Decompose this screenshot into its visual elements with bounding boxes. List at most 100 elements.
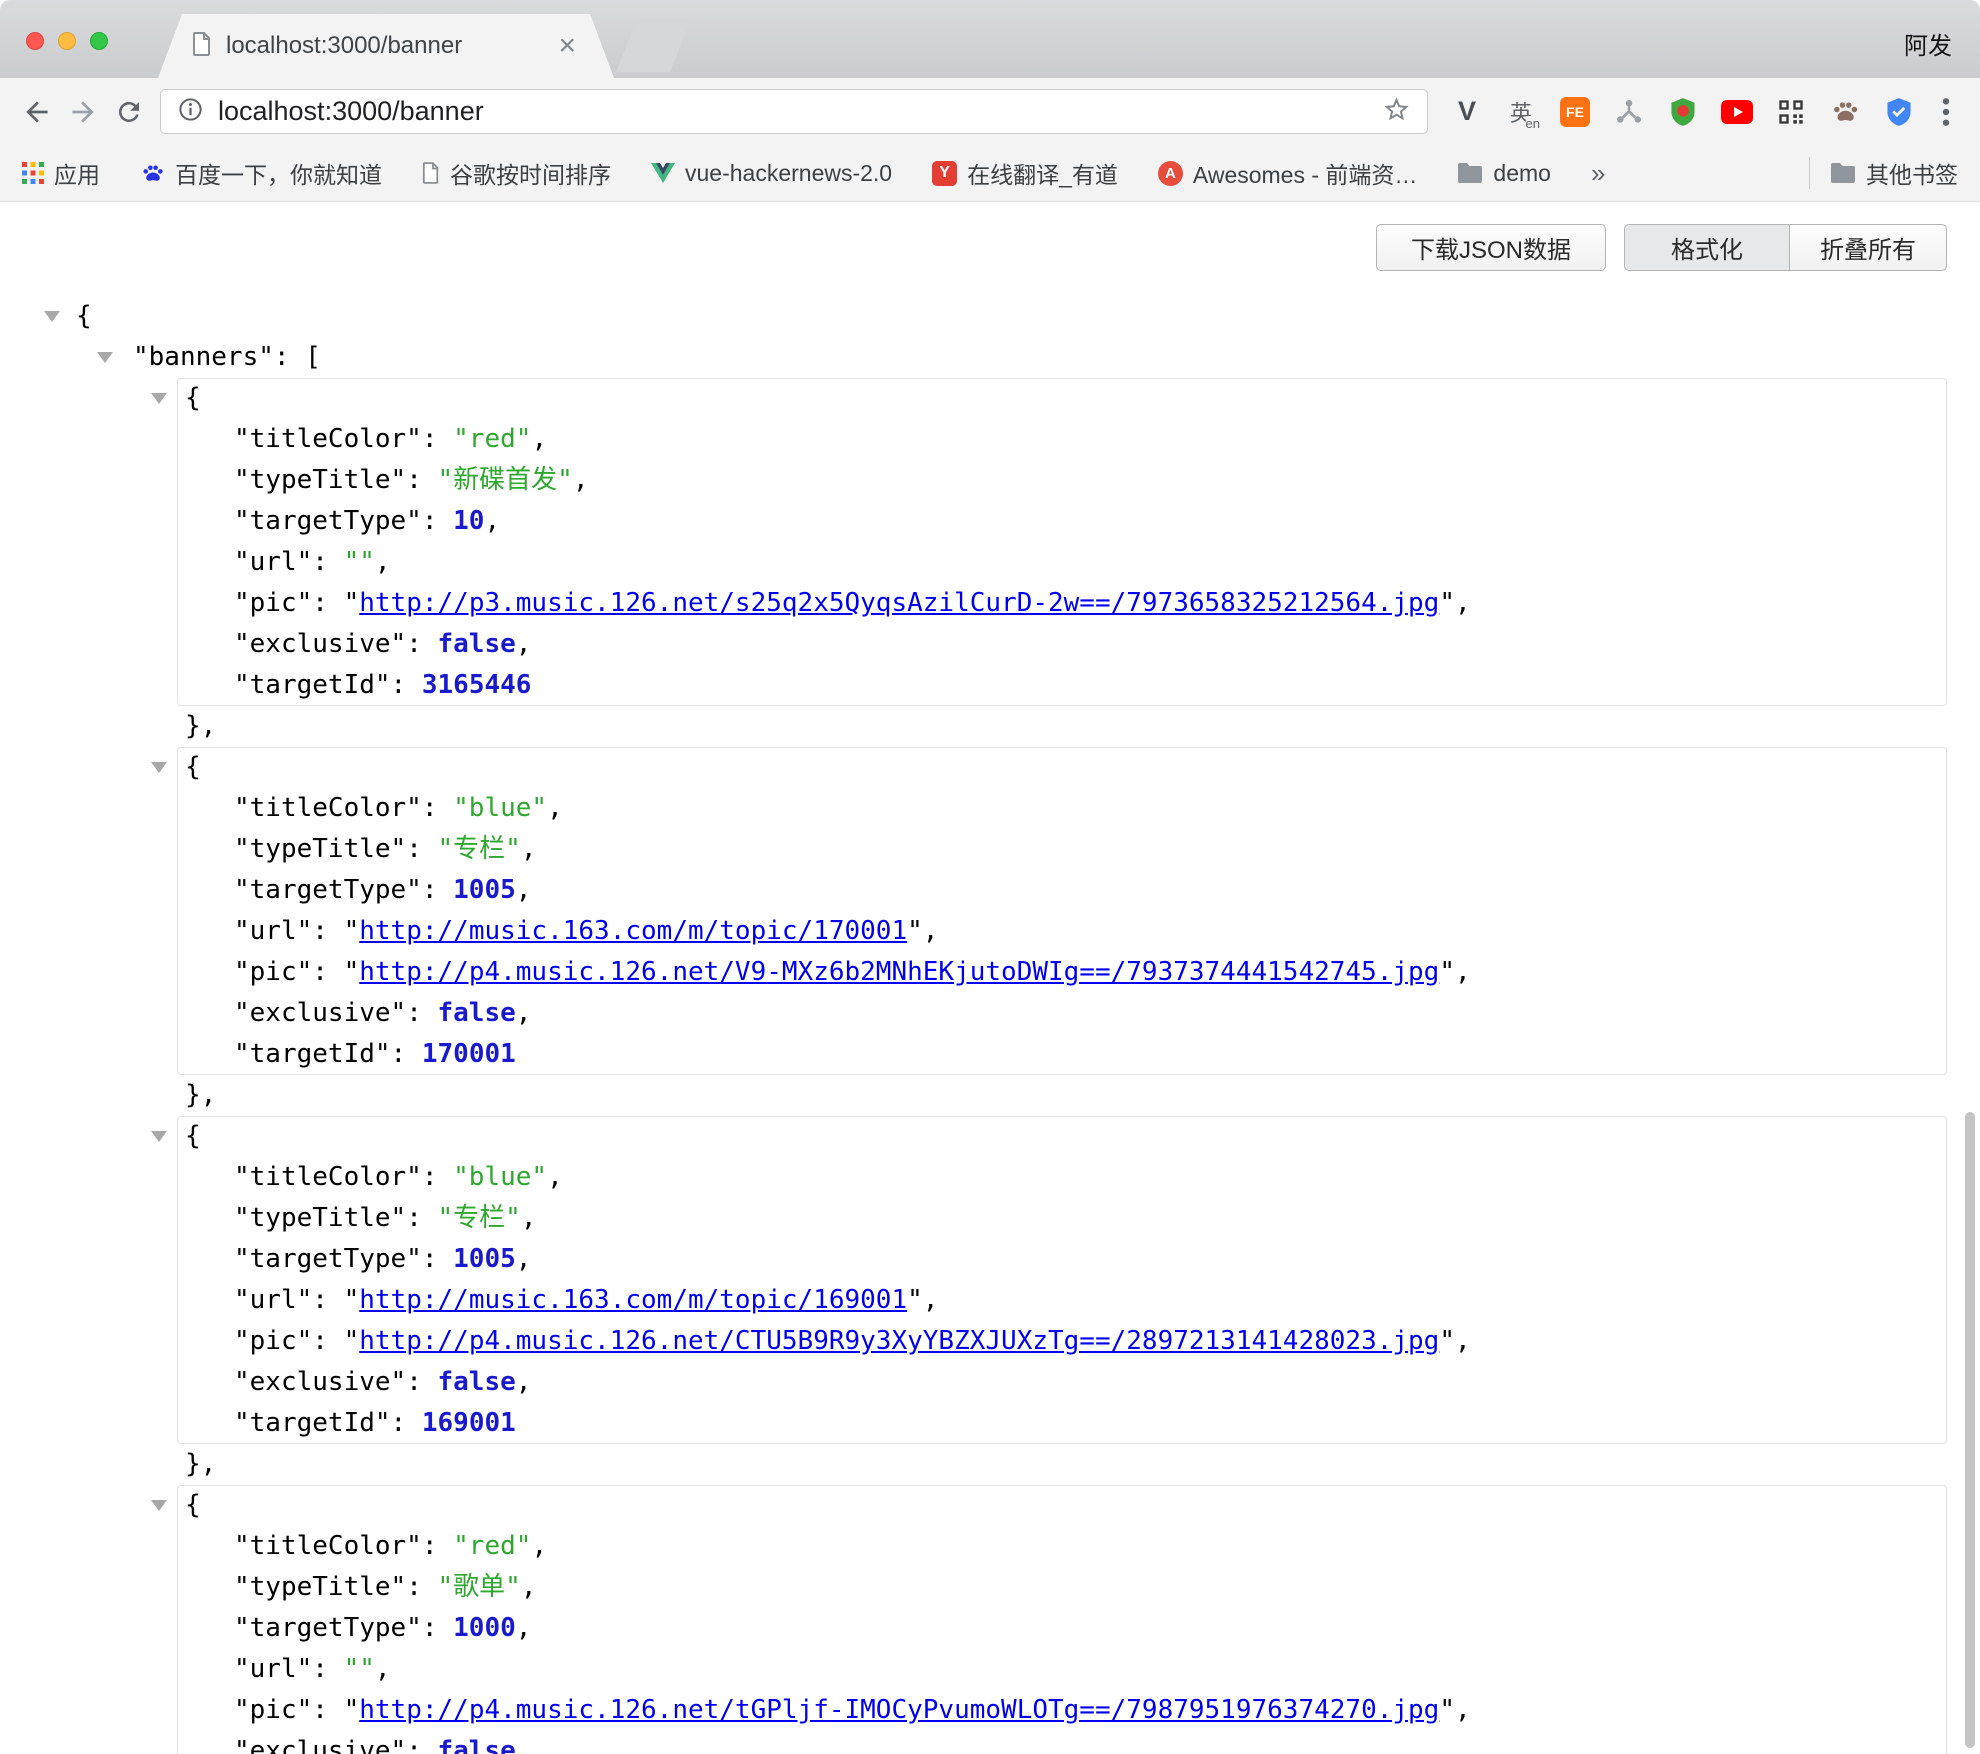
folder-icon: [1830, 162, 1856, 184]
json-token: },: [185, 711, 216, 741]
tab-close-icon[interactable]: ×: [556, 31, 578, 61]
json-line: "titleColor": "red",: [177, 1526, 1947, 1567]
collapse-toggle-icon[interactable]: [151, 762, 167, 773]
json-number-value: 1005: [453, 1244, 516, 1274]
vimium-glyph: V: [1458, 96, 1476, 127]
chrome-menu-icon[interactable]: [1926, 89, 1966, 135]
json-key: "targetId": [234, 670, 391, 700]
youtube-extension-icon[interactable]: [1720, 95, 1754, 129]
json-line: "pic": "http://p3.music.126.net/s25q2x5Q…: [177, 583, 1947, 624]
json-token: ,: [573, 465, 589, 495]
bookmark-youdao-translate[interactable]: Y 在线翻译_有道: [932, 156, 1118, 190]
json-link[interactable]: http://p3.music.126.net/s25q2x5QyqsAzilC…: [359, 588, 1439, 618]
new-tab-button[interactable]: [616, 22, 690, 72]
json-token: ": [1439, 957, 1455, 987]
bookmark-star-icon[interactable]: [1382, 95, 1411, 129]
org-chart-extension-icon[interactable]: [1612, 95, 1646, 129]
json-token: :: [391, 670, 422, 700]
collapse-toggle-icon[interactable]: [44, 311, 60, 322]
download-json-button[interactable]: 下载JSON数据: [1376, 224, 1606, 271]
json-key: "typeTitle": [234, 834, 406, 864]
json-token: ,: [375, 1654, 391, 1684]
json-token: ,: [923, 916, 939, 946]
bookmark-other-bookmarks[interactable]: 其他书签: [1830, 156, 1958, 190]
json-link[interactable]: http://p4.music.126.net/V9-MXz6b2MNhEKju…: [359, 957, 1439, 987]
json-token: ": [344, 1326, 360, 1356]
json-key: "url": [234, 1654, 312, 1684]
vimium-extension-icon[interactable]: V: [1450, 95, 1484, 129]
youdao-icon: Y: [932, 161, 957, 186]
window-close-button[interactable]: [26, 32, 44, 50]
collapse-all-button[interactable]: 折叠所有: [1790, 224, 1947, 271]
json-token: :: [391, 1408, 422, 1438]
bookmarks-overflow-chevron[interactable]: »: [1591, 158, 1605, 189]
format-button[interactable]: 格式化: [1624, 224, 1790, 271]
json-token: ,: [531, 1531, 547, 1561]
json-link[interactable]: http://p4.music.126.net/CTU5B9R9y3XyYBZX…: [359, 1326, 1439, 1356]
json-token: ,: [1455, 957, 1471, 987]
address-bar[interactable]: localhost:3000/banner: [160, 89, 1428, 134]
json-token: ": [344, 1695, 360, 1725]
json-line: "pic": "http://p4.music.126.net/V9-MXz6b…: [177, 952, 1947, 993]
json-key: "targetId": [234, 1408, 391, 1438]
json-key: "titleColor": [234, 1531, 422, 1561]
json-token: {: [185, 1490, 201, 1520]
collapse-toggle-icon[interactable]: [151, 393, 167, 404]
page-info-icon[interactable]: [177, 96, 204, 128]
json-token: {: [76, 301, 92, 331]
json-link[interactable]: http://music.163.com/m/topic/169001: [359, 1285, 907, 1315]
json-token: ,: [923, 1285, 939, 1315]
bookmark-apps[interactable]: 应用: [22, 156, 100, 190]
bookmark-label: vue-hackernews-2.0: [685, 160, 892, 187]
json-string-value: "": [344, 1654, 375, 1684]
bookmark-vue-hackernews[interactable]: vue-hackernews-2.0: [651, 160, 892, 187]
browser-tab[interactable]: localhost:3000/banner ×: [158, 14, 614, 78]
back-button[interactable]: [14, 89, 60, 135]
json-link[interactable]: http://music.163.com/m/topic/170001: [359, 916, 907, 946]
json-token: ,: [516, 875, 532, 905]
json-line: "exclusive": false,: [177, 1362, 1947, 1403]
json-token: ,: [516, 1736, 532, 1754]
json-key: "exclusive": [234, 998, 406, 1028]
json-line: {: [0, 296, 1980, 337]
json-token: ": [907, 1285, 923, 1315]
bookmark-demo-folder[interactable]: demo: [1457, 160, 1551, 187]
forward-button[interactable]: [60, 89, 106, 135]
json-token: :: [406, 998, 437, 1028]
fe-glyph: FE: [1560, 97, 1590, 127]
bookmarks-divider: [1809, 157, 1810, 189]
json-token: ,: [521, 834, 537, 864]
bookmark-awesomes[interactable]: A Awesomes - 前端资…: [1158, 156, 1418, 190]
json-line: {: [177, 1116, 1947, 1157]
json-token: :: [391, 1039, 422, 1069]
json-token: ,: [521, 1572, 537, 1602]
collapse-toggle-icon[interactable]: [97, 352, 113, 363]
json-object-box: {"titleColor": "blue","typeTitle": "专栏",…: [177, 747, 1947, 1075]
json-line: "typeTitle": "专栏",: [177, 1198, 1947, 1239]
scrollbar-thumb[interactable]: [1965, 1112, 1975, 1748]
json-object-box: {"titleColor": "blue","typeTitle": "专栏",…: [177, 1116, 1947, 1444]
json-key: "targetType": [234, 506, 422, 536]
bookmark-google-sort[interactable]: 谷歌按时间排序: [422, 156, 611, 190]
fe-extension-icon[interactable]: FE: [1558, 95, 1592, 129]
paw-extension-icon[interactable]: [1828, 95, 1862, 129]
window-zoom-button[interactable]: [90, 32, 108, 50]
reload-button[interactable]: [106, 89, 152, 135]
collapse-toggle-icon[interactable]: [151, 1500, 167, 1511]
shield-extension-icon[interactable]: [1666, 95, 1700, 129]
window-minimize-button[interactable]: [58, 32, 76, 50]
translate-extension-icon[interactable]: 英 en: [1504, 95, 1538, 129]
json-token: :: [312, 1695, 343, 1725]
profile-name[interactable]: 阿发: [1904, 26, 1952, 61]
json-line: "targetId": 169001: [177, 1403, 1947, 1444]
security-shield-extension-icon[interactable]: [1882, 95, 1916, 129]
collapse-toggle-icon[interactable]: [151, 1131, 167, 1142]
qr-code-extension-icon[interactable]: [1774, 95, 1808, 129]
json-boolean-value: false: [438, 1736, 516, 1754]
bookmark-baidu[interactable]: 百度一下，你就知道: [140, 156, 382, 190]
document-icon: [422, 162, 440, 184]
json-key: "url": [234, 1285, 312, 1315]
json-key: "banners": [133, 342, 274, 372]
json-link[interactable]: http://p4.music.126.net/tGPljf-IMOCyPvum…: [359, 1695, 1439, 1725]
json-token: :: [312, 588, 343, 618]
